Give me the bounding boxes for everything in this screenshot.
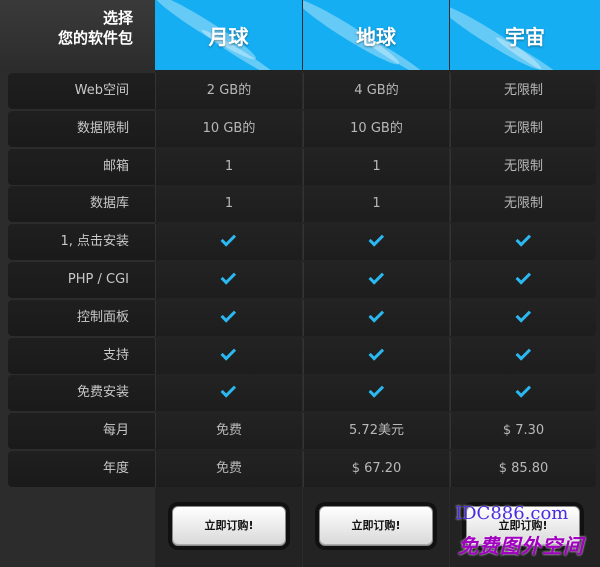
cell-moon (155, 299, 302, 336)
feature-row: 数据限制 10 GB的 10 GB的 无限制 (0, 110, 600, 148)
checkmark-icon (220, 344, 237, 361)
feature-label: 免费安装 (8, 375, 155, 412)
feature-label: 年度 (8, 451, 155, 487)
checkmark-icon (368, 344, 384, 361)
feature-row: 数据库 1 1 无限制 (0, 186, 600, 223)
plan-name-earth: 地球 (356, 24, 396, 49)
plan-name-universe: 宇宙 (505, 24, 545, 49)
feature-row: 支持 (0, 337, 600, 375)
feature-label: PHP / CGI (8, 262, 155, 298)
checkmark-icon (515, 382, 531, 399)
checkmark-icon (220, 382, 237, 399)
cell-moon: 免费 (155, 451, 302, 487)
cell-moon (155, 262, 302, 298)
feature-row: 年度 免费 $ 67.20 $ 85.80 (0, 451, 600, 488)
cell-universe: 无限制 (450, 148, 596, 185)
checkmark-icon (220, 269, 237, 285)
watermark-slogan: 免费图外空间 (458, 534, 584, 558)
plan-header-earth: 地球 (303, 0, 449, 70)
cell-universe: $ 7.30 (450, 413, 596, 450)
checkmark-icon (220, 231, 237, 247)
plan-header-universe: 宇宙 (450, 0, 600, 70)
feature-label: 控制面板 (8, 299, 155, 336)
cell-earth: $ 67.20 (303, 451, 449, 487)
cell-moon: 免费 (155, 413, 302, 450)
feature-label: 支持 (8, 337, 155, 374)
order-button-moon[interactable]: 立即订购! (172, 506, 286, 546)
feature-label: Web空间 (8, 73, 155, 109)
cell-earth: 4 GB的 (303, 73, 449, 109)
feature-row: PHP / CGI (0, 262, 600, 299)
checkmark-icon (515, 344, 531, 361)
cell-moon (155, 375, 302, 412)
cell-moon (155, 337, 302, 374)
cell-universe (450, 375, 596, 412)
cell-earth (303, 299, 449, 336)
cell-earth (303, 375, 449, 412)
checkmark-icon (368, 231, 384, 247)
cell-earth: 1 (303, 186, 449, 223)
feature-row: 控制面板 (0, 299, 600, 337)
cell-moon (155, 224, 302, 261)
cell-universe: 无限制 (450, 73, 596, 109)
order-button-earth[interactable]: 立即订购! (319, 506, 433, 546)
checkmark-icon (368, 306, 384, 323)
corner-line-2: 您的软件包 (57, 29, 133, 47)
feature-label: 邮箱 (8, 148, 155, 185)
checkmark-icon (515, 231, 531, 247)
cell-universe (450, 299, 596, 336)
cell-moon: 1 (155, 186, 302, 223)
cell-earth: 1 (303, 148, 449, 185)
watermark-domain: IDC886.com (455, 503, 569, 524)
cell-earth: 5.72美元 (303, 413, 449, 450)
cell-universe: 无限制 (450, 186, 596, 223)
cell-universe (450, 224, 596, 261)
feature-row: 每月 免费 5.72美元 $ 7.30 (0, 413, 600, 450)
checkmark-icon (368, 269, 384, 285)
feature-row: Web空间 2 GB的 4 GB的 无限制 (0, 73, 600, 110)
cell-universe: $ 85.80 (450, 451, 596, 487)
cell-moon: 1 (155, 148, 302, 185)
pricing-table: 选择 您的软件包 月球 地球 宇宙 Web空间 2 GB的 4 GB的 无限制 数据限制… (0, 0, 600, 567)
choose-package-label: 选择 您的软件包 (0, 0, 155, 70)
plan-name-moon: 月球 (208, 24, 249, 49)
cell-universe (450, 262, 596, 298)
cell-universe (450, 337, 596, 374)
feature-label: 每月 (8, 413, 155, 450)
cell-earth (303, 337, 449, 374)
corner-line-1: 选择 (102, 9, 133, 27)
feature-label: 数据限制 (8, 110, 155, 147)
feature-label: 1, 点击安装 (8, 224, 155, 261)
checkmark-icon (515, 306, 531, 323)
feature-row: 免费安装 (0, 375, 600, 412)
cell-earth: 10 GB的 (303, 110, 449, 147)
plan-header-moon: 月球 (155, 0, 302, 70)
feature-label: 数据库 (8, 186, 155, 223)
checkmark-icon (368, 382, 384, 399)
cell-earth (303, 224, 449, 261)
feature-row: 邮箱 1 1 无限制 (0, 148, 600, 186)
cell-earth (303, 262, 449, 298)
checkmark-icon (515, 269, 531, 285)
checkmark-icon (220, 306, 237, 323)
feature-row: 1, 点击安装 (0, 224, 600, 261)
cell-moon: 2 GB的 (155, 73, 302, 109)
cell-moon: 10 GB的 (155, 110, 302, 147)
cell-universe: 无限制 (450, 110, 596, 147)
